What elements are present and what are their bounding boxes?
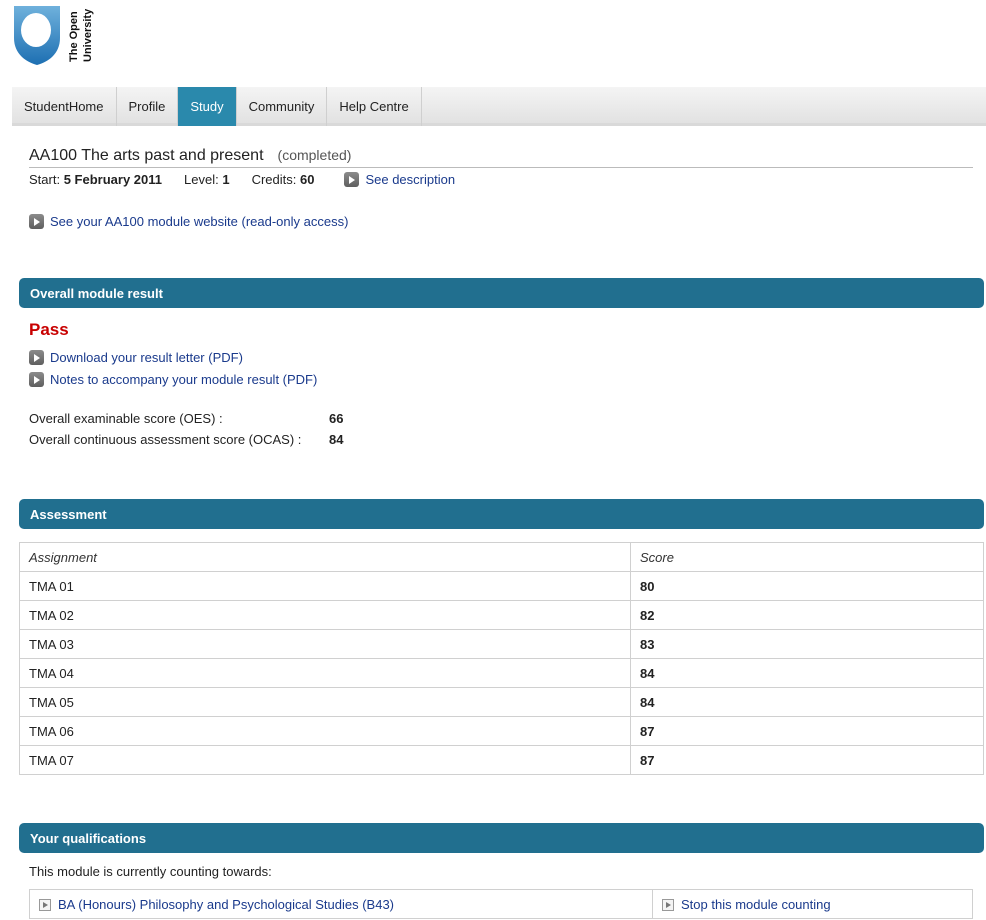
expand-arrow-icon	[662, 899, 674, 912]
table-header-row: Assignment Score	[19, 542, 984, 572]
assignment-cell: TMA 07	[19, 745, 631, 775]
credits-value: 60	[299, 172, 315, 187]
table-row: TMA 04 84	[19, 658, 984, 688]
oes-value: 66	[329, 411, 344, 426]
logo-line-2: University	[82, 8, 94, 62]
arrow-right-icon	[344, 172, 360, 187]
tab-studenthome[interactable]: StudentHome	[12, 87, 117, 126]
ocas-value: 84	[329, 432, 344, 447]
arrow-right-icon	[29, 350, 44, 365]
score-cell: 80	[630, 571, 984, 601]
assignment-cell: TMA 06	[19, 716, 631, 746]
oes-row: Overall examinable score (OES) : 66	[29, 411, 343, 426]
result-status: Pass	[29, 320, 69, 339]
table-row: TMA 02 82	[19, 600, 984, 630]
table-row: TMA 01 80	[19, 571, 984, 601]
overall-result-header: Overall module result	[19, 278, 984, 308]
score-cell: 87	[630, 716, 984, 746]
module-meta: Start: 5 February 2011 Level: 1 Credits:…	[29, 172, 455, 187]
arrow-right-icon	[29, 214, 44, 229]
ocas-row: Overall continuous assessment score (OCA…	[29, 432, 343, 447]
arrow-right-icon	[29, 372, 44, 387]
notes-row: Notes to accompany your module result (P…	[29, 372, 317, 387]
table-row: BA (Honours) Philosophy and Psychologica…	[29, 889, 973, 919]
score-cell: 84	[630, 658, 984, 688]
credits-info: Credits: 60	[252, 172, 315, 187]
tab-study[interactable]: Study	[178, 87, 237, 126]
shield-logo-icon	[14, 6, 60, 65]
table-row: TMA 05 84	[19, 687, 984, 717]
score-column-header: Score	[630, 542, 984, 572]
logo-wordmark: The Open University	[64, 4, 98, 66]
tab-community[interactable]: Community	[237, 87, 328, 126]
module-website-link[interactable]: See your AA100 module website (read-only…	[50, 214, 348, 229]
table-row: TMA 06 87	[19, 716, 984, 746]
score-cell: 87	[630, 745, 984, 775]
see-description-link[interactable]: See description	[365, 172, 455, 187]
start-info: Start: 5 February 2011	[29, 172, 162, 187]
ocas-label: Overall continuous assessment score (OCA…	[29, 432, 302, 447]
assignment-cell: TMA 05	[19, 687, 631, 717]
qualification-link[interactable]: BA (Honours) Philosophy and Psychologica…	[58, 897, 394, 912]
main-nav: StudentHome Profile Study Community Help…	[12, 87, 986, 126]
assignment-column-header: Assignment	[19, 542, 631, 572]
tab-profile[interactable]: Profile	[117, 87, 179, 126]
start-label: Start:	[29, 172, 61, 187]
module-title-row: AA100 The arts past and present (complet…	[29, 147, 973, 168]
expand-arrow-icon	[39, 899, 51, 912]
download-result-letter-link[interactable]: Download your result letter (PDF)	[50, 350, 243, 365]
tab-help-centre[interactable]: Help Centre	[327, 87, 422, 126]
assignment-cell: TMA 02	[19, 600, 631, 630]
assignment-cell: TMA 04	[19, 658, 631, 688]
download-letter-row: Download your result letter (PDF)	[29, 350, 243, 365]
start-value: 5 February 2011	[63, 172, 162, 187]
module-website-row: See your AA100 module website (read-only…	[29, 214, 348, 229]
score-cell: 82	[630, 600, 984, 630]
level-value: 1	[222, 172, 230, 187]
stop-counting-link[interactable]: Stop this module counting	[681, 897, 831, 912]
qualifications-table: BA (Honours) Philosophy and Psychologica…	[29, 889, 973, 919]
logo-line-1: The Open	[68, 11, 80, 62]
level-label: Level:	[184, 172, 219, 187]
assignment-cell: TMA 03	[19, 629, 631, 659]
assignment-cell: TMA 01	[19, 571, 631, 601]
result-notes-link[interactable]: Notes to accompany your module result (P…	[50, 372, 317, 387]
qualifications-intro: This module is currently counting toward…	[29, 864, 272, 879]
qualification-cell: BA (Honours) Philosophy and Psychologica…	[29, 889, 653, 919]
stop-counting-cell: Stop this module counting	[652, 889, 973, 919]
module-status: (completed)	[277, 147, 352, 163]
assessment-table: Assignment Score TMA 01 80 TMA 02 82 TMA…	[19, 542, 984, 775]
open-university-logo[interactable]: The Open University	[12, 4, 98, 66]
score-cell: 83	[630, 629, 984, 659]
assessment-header: Assessment	[19, 499, 984, 529]
oes-label: Overall examinable score (OES) :	[29, 411, 223, 426]
table-row: TMA 03 83	[19, 629, 984, 659]
score-cell: 84	[630, 687, 984, 717]
table-row: TMA 07 87	[19, 745, 984, 775]
qualifications-header: Your qualifications	[19, 823, 984, 853]
credits-label: Credits:	[251, 172, 297, 187]
level-info: Level: 1	[184, 172, 230, 187]
module-title: AA100 The arts past and present	[29, 147, 264, 164]
